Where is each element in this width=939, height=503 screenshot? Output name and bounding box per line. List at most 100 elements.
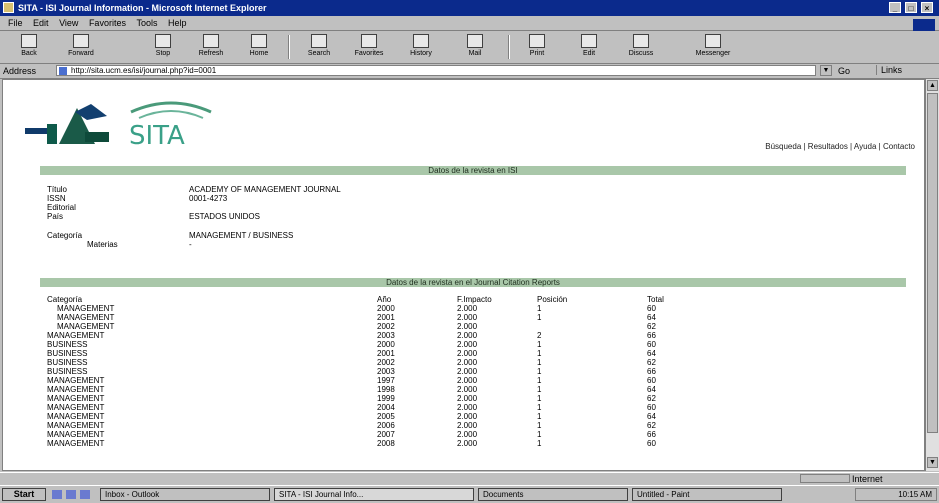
discuss-icon xyxy=(633,34,649,48)
cell-category[interactable]: BUSINESS xyxy=(47,340,377,349)
cell-impact: 2.000 xyxy=(457,394,478,403)
cell-category[interactable]: MANAGEMENT xyxy=(47,304,377,313)
taskbar: Start Inbox - Outlook SITA - ISI Journal… xyxy=(0,485,939,503)
header-impact: F.Impacto xyxy=(457,295,492,304)
cell-category[interactable]: MANAGEMENT xyxy=(47,439,377,448)
forward-button[interactable]: Forward xyxy=(58,34,104,62)
search-button[interactable]: Search xyxy=(296,34,342,62)
system-tray-clock: 10:15 AM xyxy=(855,488,937,501)
cell-year: 2002 xyxy=(377,322,395,331)
cell-total: 60 xyxy=(647,376,656,385)
menu-tools[interactable]: Tools xyxy=(136,18,157,28)
messenger-button[interactable]: Messenger xyxy=(690,34,736,62)
scroll-up-icon[interactable]: ▲ xyxy=(927,80,938,91)
address-dropdown-button[interactable]: ▼ xyxy=(820,65,832,76)
menu-file[interactable]: File xyxy=(8,18,23,28)
cell-impact: 2.000 xyxy=(457,376,478,385)
info-row: Materias - xyxy=(87,240,192,249)
sita-logo: SITA xyxy=(129,101,212,146)
cell-impact: 2.000 xyxy=(457,412,478,421)
home-button[interactable]: Home xyxy=(236,34,282,62)
status-zone-cell xyxy=(800,474,850,483)
cell-position: 1 xyxy=(537,367,542,376)
vertical-scrollbar[interactable]: ▲ ▼ xyxy=(925,79,939,471)
mail-button[interactable]: Mail xyxy=(452,34,498,62)
task-sita[interactable]: SITA - ISI Journal Info... xyxy=(274,488,474,501)
info-row: Título ACADEMY OF MANAGEMENT JOURNAL xyxy=(47,185,341,194)
home-icon xyxy=(251,34,267,48)
cell-impact: 2.000 xyxy=(457,349,478,358)
close-button[interactable]: × xyxy=(921,2,933,13)
menu-bar: File Edit View Favorites Tools Help xyxy=(0,16,939,31)
menu-view[interactable]: View xyxy=(59,18,78,28)
cell-category[interactable]: MANAGEMENT xyxy=(47,313,377,322)
menu-edit[interactable]: Edit xyxy=(33,18,49,28)
cell-total: 64 xyxy=(647,349,656,358)
cell-category[interactable]: MANAGEMENT xyxy=(47,331,377,340)
start-button[interactable]: Start xyxy=(2,488,46,501)
maximize-button[interactable]: □ xyxy=(905,2,917,13)
table-row: MANAGEMENT 2008 2.000 1 60 xyxy=(47,439,707,448)
refresh-button[interactable]: Refresh xyxy=(188,34,234,62)
quicklaunch-ie-icon[interactable] xyxy=(52,490,62,499)
cell-total: 62 xyxy=(647,394,656,403)
scroll-thumb[interactable] xyxy=(927,93,938,433)
cell-category[interactable]: BUSINESS xyxy=(47,367,377,376)
cell-category[interactable]: MANAGEMENT xyxy=(47,385,377,394)
cell-total: 64 xyxy=(647,385,656,394)
address-label: Address xyxy=(3,66,37,76)
print-button[interactable]: Print xyxy=(514,34,560,62)
history-button[interactable]: History xyxy=(398,34,444,62)
task-paint[interactable]: Untitled - Paint xyxy=(632,488,782,501)
quicklaunch-outlook-icon[interactable] xyxy=(80,490,90,499)
task-documents[interactable]: Documents xyxy=(478,488,628,501)
section-header-jcr: Datos de la revista en el Journal Citati… xyxy=(40,278,906,287)
cell-total: 62 xyxy=(647,421,656,430)
quicklaunch-desktop-icon[interactable] xyxy=(66,490,76,499)
discuss-button[interactable]: Discuss xyxy=(618,34,664,62)
back-button[interactable]: Back xyxy=(6,34,52,62)
cell-year: 2002 xyxy=(377,358,395,367)
menu-help[interactable]: Help xyxy=(168,18,187,28)
cell-category[interactable]: MANAGEMENT xyxy=(47,322,377,331)
jcr-table: Categoría Año F.Impacto Posición Total M… xyxy=(47,295,707,448)
cell-impact: 2.000 xyxy=(457,403,478,412)
edit-icon xyxy=(581,34,597,48)
menu-favorites[interactable]: Favorites xyxy=(89,18,126,28)
cell-category[interactable]: MANAGEMENT xyxy=(47,421,377,430)
cell-category[interactable]: MANAGEMENT xyxy=(47,403,377,412)
top-nav-links[interactable]: Búsqueda | Resultados | Ayuda | Contacto xyxy=(639,142,915,151)
table-row: MANAGEMENT 2006 2.000 1 62 xyxy=(47,421,707,430)
minimize-button[interactable]: _ xyxy=(889,2,901,13)
links-button[interactable]: Links xyxy=(876,65,902,75)
cell-year: 1999 xyxy=(377,394,395,403)
cell-category[interactable]: BUSINESS xyxy=(47,349,377,358)
table-row: MANAGEMENT 2004 2.000 1 60 xyxy=(47,403,707,412)
cell-category[interactable]: MANAGEMENT xyxy=(47,376,377,385)
edit-button[interactable]: Edit xyxy=(566,34,612,62)
cell-position: 1 xyxy=(537,421,542,430)
cell-year: 2000 xyxy=(377,304,395,313)
refresh-icon xyxy=(203,34,219,48)
cell-category[interactable]: MANAGEMENT xyxy=(47,412,377,421)
toolbar-separator xyxy=(508,35,510,59)
stop-button[interactable]: Stop xyxy=(140,34,186,62)
cell-position: 1 xyxy=(537,358,542,367)
task-outlook[interactable]: Inbox - Outlook xyxy=(100,488,270,501)
go-button[interactable]: Go xyxy=(838,66,850,76)
toolbar: Back Forward Stop Refresh Home Search Fa… xyxy=(0,31,939,64)
cell-year: 2003 xyxy=(377,331,395,340)
favorites-button[interactable]: Favorites xyxy=(346,34,392,62)
cell-category[interactable]: MANAGEMENT xyxy=(47,394,377,403)
cell-year: 1998 xyxy=(377,385,395,394)
cell-category[interactable]: BUSINESS xyxy=(47,358,377,367)
status-zone: Internet xyxy=(852,474,883,484)
cell-total: 62 xyxy=(647,322,656,331)
institution-logo xyxy=(25,104,109,144)
address-input[interactable]: http://sita.ucm.es/isi/journal.php?id=00… xyxy=(56,65,816,76)
cell-category[interactable]: MANAGEMENT xyxy=(47,430,377,439)
cell-position: 1 xyxy=(537,313,542,322)
scroll-down-icon[interactable]: ▼ xyxy=(927,457,938,468)
cell-year: 2005 xyxy=(377,412,395,421)
toolbar-separator xyxy=(288,35,290,59)
